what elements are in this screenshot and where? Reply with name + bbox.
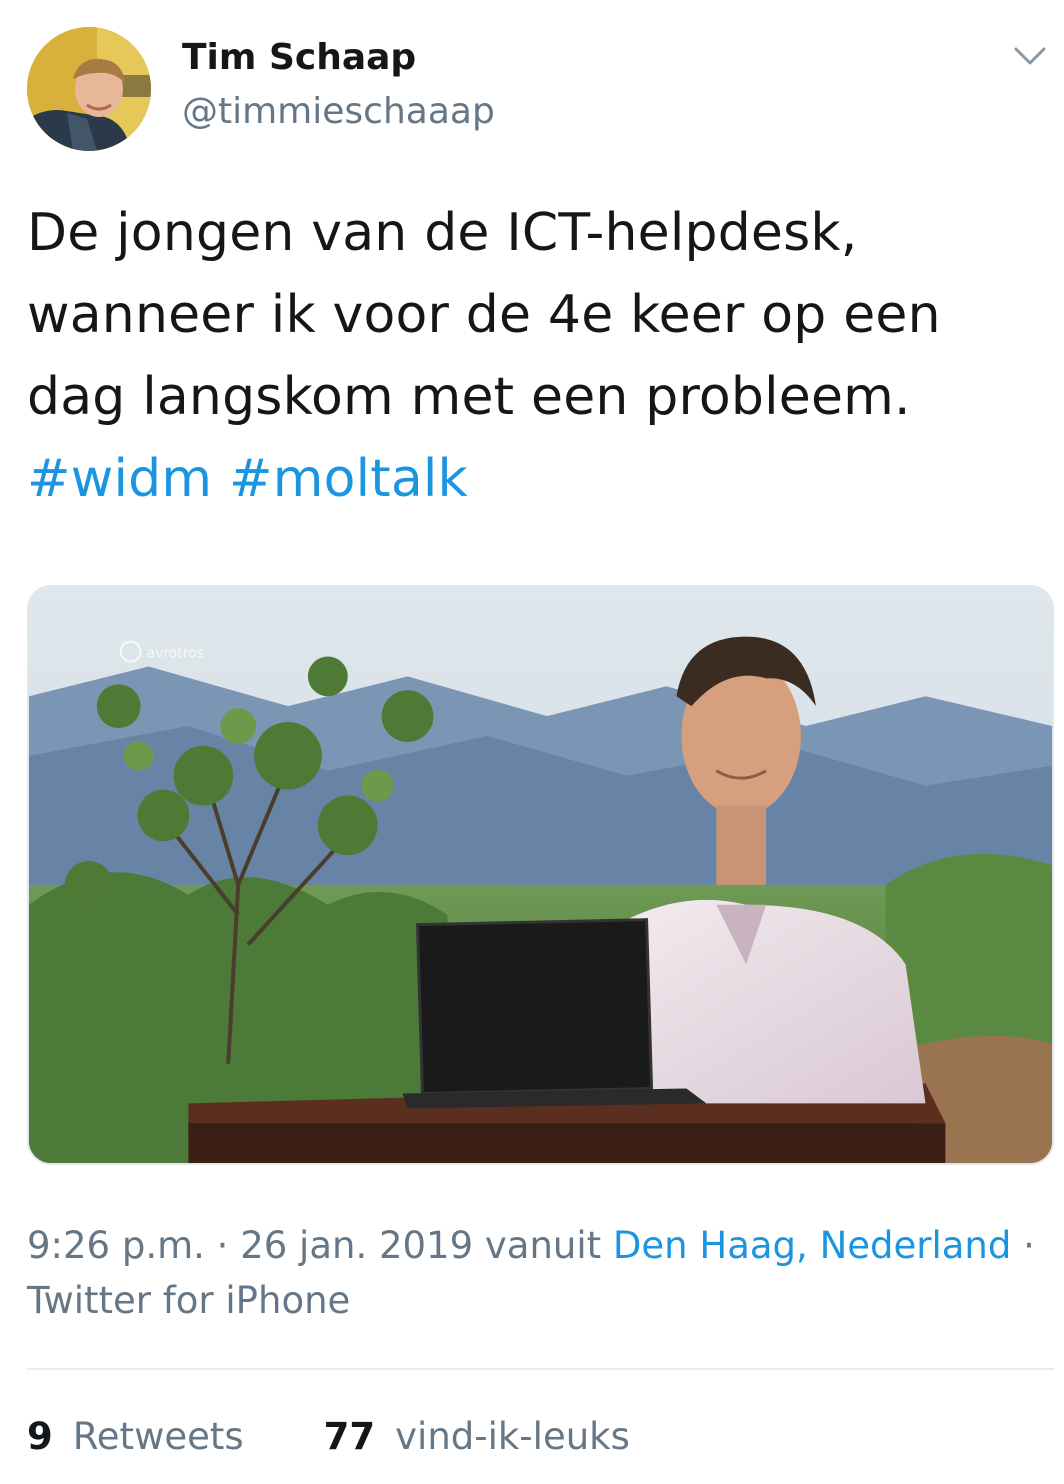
tweet-text-line: dag langskom met een probleem. xyxy=(27,367,911,427)
meta-vanuit: vanuit xyxy=(473,1224,613,1267)
tweet-detail: Tim Schaap @timmieschaaap De jongen van … xyxy=(0,0,1064,1484)
tweet-photo[interactable]: avrotros xyxy=(27,585,1054,1165)
hashtag-widm[interactable]: #widm xyxy=(27,449,212,509)
tweet-text-line: De jongen van de ICT-helpdesk, xyxy=(27,203,858,263)
divider xyxy=(27,1368,1054,1370)
user-handle[interactable]: @timmieschaaap xyxy=(182,90,495,134)
retweets-stat[interactable]: 9 Retweets xyxy=(27,1412,244,1462)
tweet-date[interactable]: 26 jan. 2019 xyxy=(240,1224,473,1267)
meta-line-1: 9:26 p.m. · 26 jan. 2019 vanuit Den Haag… xyxy=(27,1218,1047,1273)
likes-count: 77 xyxy=(323,1415,376,1458)
meta-separator: · xyxy=(204,1224,241,1267)
tweet-text: De jongen van de ICT-helpdesk, wanneer i… xyxy=(27,192,1037,520)
tweet-source[interactable]: Twitter for iPhone xyxy=(27,1273,1047,1328)
tweet-location-link[interactable]: Den Haag, Nederland xyxy=(613,1224,1011,1267)
chevron-down-icon[interactable] xyxy=(1012,40,1048,70)
likes-label: vind-ik-leuks xyxy=(395,1415,630,1458)
tweet-stats: 9 Retweets 77 vind-ik-leuks xyxy=(27,1412,630,1462)
media-watermark: avrotros xyxy=(147,646,204,662)
hashtag-moltalk[interactable]: #moltalk xyxy=(229,449,468,509)
avatar[interactable] xyxy=(27,27,151,151)
avatar-photo xyxy=(27,27,151,151)
retweets-label: Retweets xyxy=(72,1415,244,1458)
hashtag-line: #widm #moltalk xyxy=(27,438,1037,520)
tweet-time[interactable]: 9:26 p.m. xyxy=(27,1224,205,1267)
likes-stat[interactable]: 77 vind-ik-leuks xyxy=(324,1412,630,1462)
meta-separator: · xyxy=(1011,1224,1035,1267)
retweets-count: 9 xyxy=(27,1415,53,1458)
display-name[interactable]: Tim Schaap xyxy=(182,36,416,80)
tweet-meta: 9:26 p.m. · 26 jan. 2019 vanuit Den Haag… xyxy=(27,1218,1047,1328)
tweet-text-line: wanneer ik voor de 4e keer op een xyxy=(27,285,941,345)
